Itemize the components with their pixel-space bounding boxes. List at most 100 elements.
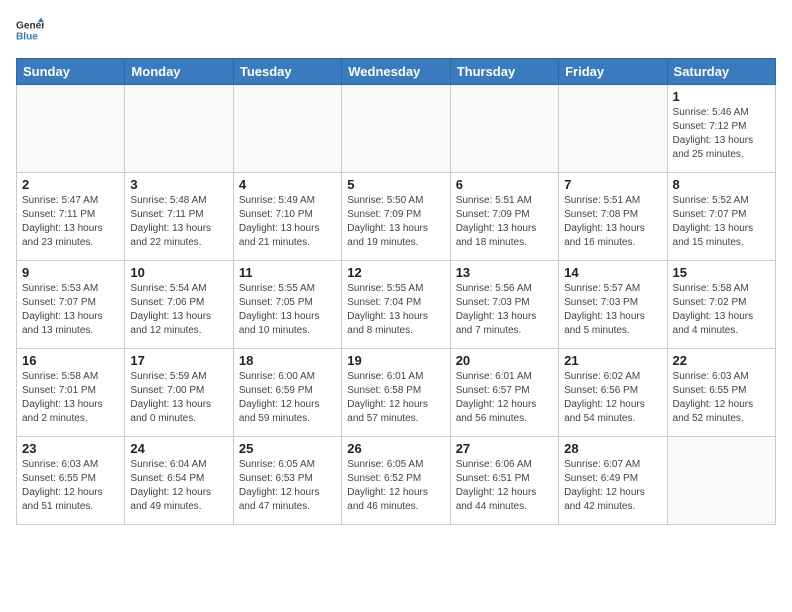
calendar-cell: 16 Sunrise: 5:58 AM Sunset: 7:01 PM Dayli… xyxy=(17,349,125,437)
day-number: 19 xyxy=(347,353,444,368)
day-number: 1 xyxy=(673,89,770,104)
day-info: Sunrise: 6:03 AM Sunset: 6:55 PM Dayligh… xyxy=(22,458,119,514)
day-number: 7 xyxy=(564,177,661,192)
day-number: 25 xyxy=(239,441,336,456)
page-header: General Blue xyxy=(16,16,776,46)
calendar-cell xyxy=(233,85,341,173)
calendar-table: SundayMondayTuesdayWednesdayThursdayFrid… xyxy=(16,58,776,525)
calendar-week-5: 23 Sunrise: 6:03 AM Sunset: 6:55 PM Dayli… xyxy=(17,437,776,525)
day-info: Sunrise: 5:51 AM Sunset: 7:09 PM Dayligh… xyxy=(456,194,553,250)
weekday-header-saturday: Saturday xyxy=(667,59,775,85)
day-info: Sunrise: 5:48 AM Sunset: 7:11 PM Dayligh… xyxy=(130,194,227,250)
day-info: Sunrise: 6:07 AM Sunset: 6:49 PM Dayligh… xyxy=(564,458,661,514)
weekday-header-sunday: Sunday xyxy=(17,59,125,85)
day-info: Sunrise: 5:57 AM Sunset: 7:03 PM Dayligh… xyxy=(564,282,661,338)
calendar-cell: 19 Sunrise: 6:01 AM Sunset: 6:58 PM Dayli… xyxy=(342,349,450,437)
day-number: 24 xyxy=(130,441,227,456)
day-info: Sunrise: 5:50 AM Sunset: 7:09 PM Dayligh… xyxy=(347,194,444,250)
calendar-cell: 22 Sunrise: 6:03 AM Sunset: 6:55 PM Dayli… xyxy=(667,349,775,437)
day-number: 2 xyxy=(22,177,119,192)
day-info: Sunrise: 5:55 AM Sunset: 7:05 PM Dayligh… xyxy=(239,282,336,338)
day-number: 14 xyxy=(564,265,661,280)
calendar-cell: 11 Sunrise: 5:55 AM Sunset: 7:05 PM Dayli… xyxy=(233,261,341,349)
day-number: 3 xyxy=(130,177,227,192)
calendar-cell: 14 Sunrise: 5:57 AM Sunset: 7:03 PM Dayli… xyxy=(559,261,667,349)
day-number: 21 xyxy=(564,353,661,368)
weekday-header-row: SundayMondayTuesdayWednesdayThursdayFrid… xyxy=(17,59,776,85)
day-info: Sunrise: 5:52 AM Sunset: 7:07 PM Dayligh… xyxy=(673,194,770,250)
day-info: Sunrise: 6:01 AM Sunset: 6:57 PM Dayligh… xyxy=(456,370,553,426)
day-info: Sunrise: 5:53 AM Sunset: 7:07 PM Dayligh… xyxy=(22,282,119,338)
calendar-cell: 13 Sunrise: 5:56 AM Sunset: 7:03 PM Dayli… xyxy=(450,261,558,349)
day-info: Sunrise: 5:58 AM Sunset: 7:02 PM Dayligh… xyxy=(673,282,770,338)
calendar-cell: 21 Sunrise: 6:02 AM Sunset: 6:56 PM Dayli… xyxy=(559,349,667,437)
day-number: 17 xyxy=(130,353,227,368)
day-info: Sunrise: 5:47 AM Sunset: 7:11 PM Dayligh… xyxy=(22,194,119,250)
calendar-cell: 25 Sunrise: 6:05 AM Sunset: 6:53 PM Dayli… xyxy=(233,437,341,525)
day-number: 12 xyxy=(347,265,444,280)
day-number: 27 xyxy=(456,441,553,456)
day-info: Sunrise: 6:02 AM Sunset: 6:56 PM Dayligh… xyxy=(564,370,661,426)
calendar-cell: 3 Sunrise: 5:48 AM Sunset: 7:11 PM Daylig… xyxy=(125,173,233,261)
day-number: 15 xyxy=(673,265,770,280)
calendar-cell: 2 Sunrise: 5:47 AM Sunset: 7:11 PM Daylig… xyxy=(17,173,125,261)
calendar-cell: 20 Sunrise: 6:01 AM Sunset: 6:57 PM Dayli… xyxy=(450,349,558,437)
calendar-cell: 1 Sunrise: 5:46 AM Sunset: 7:12 PM Daylig… xyxy=(667,85,775,173)
calendar-cell: 4 Sunrise: 5:49 AM Sunset: 7:10 PM Daylig… xyxy=(233,173,341,261)
calendar-cell: 23 Sunrise: 6:03 AM Sunset: 6:55 PM Dayli… xyxy=(17,437,125,525)
day-number: 8 xyxy=(673,177,770,192)
day-info: Sunrise: 5:56 AM Sunset: 7:03 PM Dayligh… xyxy=(456,282,553,338)
calendar-week-2: 2 Sunrise: 5:47 AM Sunset: 7:11 PM Daylig… xyxy=(17,173,776,261)
calendar-week-4: 16 Sunrise: 5:58 AM Sunset: 7:01 PM Dayli… xyxy=(17,349,776,437)
day-number: 22 xyxy=(673,353,770,368)
calendar-cell: 9 Sunrise: 5:53 AM Sunset: 7:07 PM Daylig… xyxy=(17,261,125,349)
day-number: 9 xyxy=(22,265,119,280)
day-number: 23 xyxy=(22,441,119,456)
day-number: 28 xyxy=(564,441,661,456)
day-number: 20 xyxy=(456,353,553,368)
calendar-cell xyxy=(667,437,775,525)
day-info: Sunrise: 6:03 AM Sunset: 6:55 PM Dayligh… xyxy=(673,370,770,426)
calendar-cell: 17 Sunrise: 5:59 AM Sunset: 7:00 PM Dayli… xyxy=(125,349,233,437)
day-info: Sunrise: 6:05 AM Sunset: 6:53 PM Dayligh… xyxy=(239,458,336,514)
day-info: Sunrise: 6:00 AM Sunset: 6:59 PM Dayligh… xyxy=(239,370,336,426)
day-number: 11 xyxy=(239,265,336,280)
calendar-cell xyxy=(17,85,125,173)
day-number: 26 xyxy=(347,441,444,456)
calendar-cell: 10 Sunrise: 5:54 AM Sunset: 7:06 PM Dayli… xyxy=(125,261,233,349)
calendar-cell xyxy=(342,85,450,173)
weekday-header-tuesday: Tuesday xyxy=(233,59,341,85)
day-info: Sunrise: 5:51 AM Sunset: 7:08 PM Dayligh… xyxy=(564,194,661,250)
day-info: Sunrise: 5:54 AM Sunset: 7:06 PM Dayligh… xyxy=(130,282,227,338)
weekday-header-wednesday: Wednesday xyxy=(342,59,450,85)
calendar-week-3: 9 Sunrise: 5:53 AM Sunset: 7:07 PM Daylig… xyxy=(17,261,776,349)
calendar-cell: 26Sunrise: 6:05 AM Sunset: 6:52 PM Dayli… xyxy=(342,437,450,525)
day-number: 13 xyxy=(456,265,553,280)
day-info: Sunrise: 5:49 AM Sunset: 7:10 PM Dayligh… xyxy=(239,194,336,250)
day-info: Sunrise: 5:58 AM Sunset: 7:01 PM Dayligh… xyxy=(22,370,119,426)
calendar-cell: 8 Sunrise: 5:52 AM Sunset: 7:07 PM Daylig… xyxy=(667,173,775,261)
day-number: 6 xyxy=(456,177,553,192)
calendar-cell: 27Sunrise: 6:06 AM Sunset: 6:51 PM Dayli… xyxy=(450,437,558,525)
calendar-cell: 28 Sunrise: 6:07 AM Sunset: 6:49 PM Dayli… xyxy=(559,437,667,525)
svg-text:Blue: Blue xyxy=(16,31,38,42)
calendar-cell: 6 Sunrise: 5:51 AM Sunset: 7:09 PM Daylig… xyxy=(450,173,558,261)
calendar-cell: 12Sunrise: 5:55 AM Sunset: 7:04 PM Dayli… xyxy=(342,261,450,349)
day-number: 16 xyxy=(22,353,119,368)
day-info: Sunrise: 5:46 AM Sunset: 7:12 PM Dayligh… xyxy=(673,106,770,162)
weekday-header-monday: Monday xyxy=(125,59,233,85)
day-number: 18 xyxy=(239,353,336,368)
calendar-week-1: 1 Sunrise: 5:46 AM Sunset: 7:12 PM Daylig… xyxy=(17,85,776,173)
calendar-cell: 18 Sunrise: 6:00 AM Sunset: 6:59 PM Dayli… xyxy=(233,349,341,437)
day-number: 10 xyxy=(130,265,227,280)
calendar-cell: 7 Sunrise: 5:51 AM Sunset: 7:08 PM Daylig… xyxy=(559,173,667,261)
day-info: Sunrise: 5:59 AM Sunset: 7:00 PM Dayligh… xyxy=(130,370,227,426)
weekday-header-friday: Friday xyxy=(559,59,667,85)
calendar-cell: 15 Sunrise: 5:58 AM Sunset: 7:02 PM Dayli… xyxy=(667,261,775,349)
weekday-header-thursday: Thursday xyxy=(450,59,558,85)
day-number: 5 xyxy=(347,177,444,192)
logo-icon: General Blue xyxy=(16,16,44,44)
calendar-cell xyxy=(125,85,233,173)
day-info: Sunrise: 6:01 AM Sunset: 6:58 PM Dayligh… xyxy=(347,370,444,426)
day-number: 4 xyxy=(239,177,336,192)
